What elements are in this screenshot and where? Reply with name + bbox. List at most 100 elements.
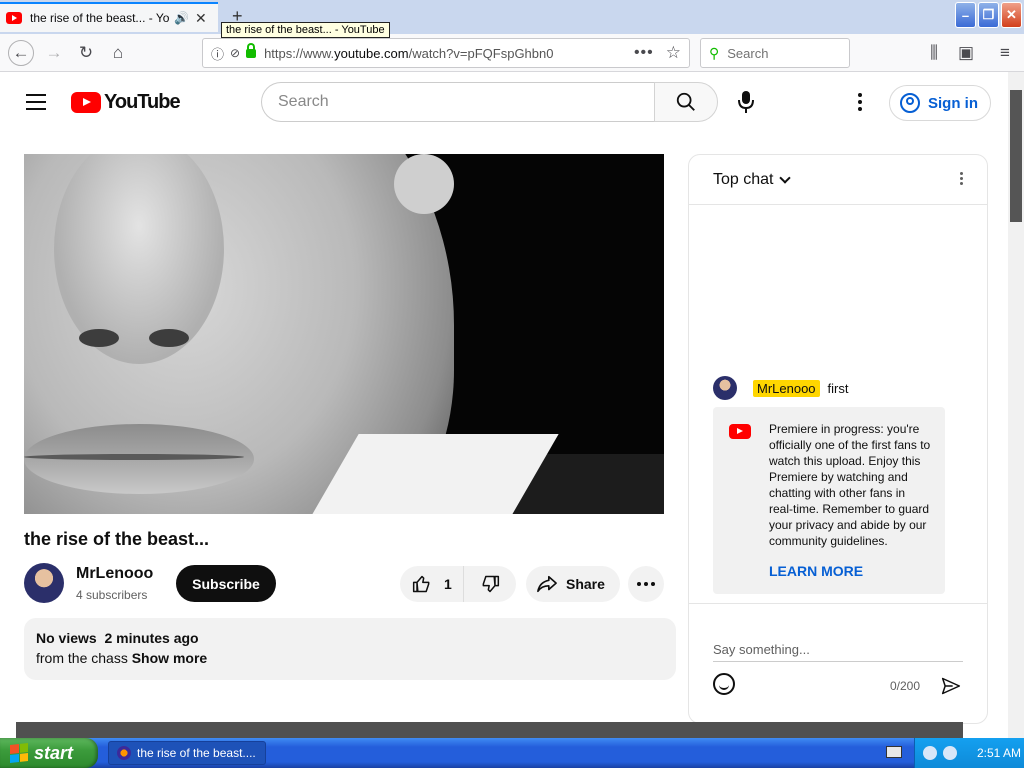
reload-icon[interactable]: ↻ [74, 42, 98, 64]
account-icon [900, 93, 920, 113]
video-frame-ear [394, 154, 454, 214]
close-window-button[interactable]: ✕ [1001, 2, 1022, 28]
system-tray: 2:51 AM [914, 738, 1024, 768]
tray-icon[interactable] [943, 746, 957, 760]
start-button[interactable]: start [0, 738, 98, 768]
windows-taskbar: start the rise of the beast.... 2:51 AM [0, 738, 1024, 768]
subscriber-count: 4 subscribers [76, 588, 148, 602]
browser-search-bar[interactable]: ⚲ Search [700, 38, 850, 68]
video-stats: No views 2 minutes ago [36, 630, 199, 646]
live-chat-panel: Top chat MrLenooo first Premiere in prog… [688, 154, 988, 724]
share-label: Share [566, 576, 605, 592]
youtube-favicon [6, 12, 22, 24]
video-frame-nostril [79, 329, 119, 347]
more-actions-button[interactable] [628, 566, 664, 602]
video-frame-lipline [24, 454, 244, 460]
chevron-down-icon[interactable] [779, 171, 792, 184]
sign-in-label: Sign in [928, 94, 978, 112]
chat-mode-label[interactable]: Top chat [713, 171, 773, 189]
chat-header[interactable]: Top chat [689, 155, 987, 205]
browser-toolbar: ← → ↻ ⌂ ⓘ ⊘ https://www.youtube.com/watc… [0, 34, 1024, 72]
share-button[interactable]: Share [526, 566, 620, 602]
start-label: start [34, 742, 74, 763]
channel-avatar[interactable] [24, 563, 64, 603]
chat-author[interactable]: MrLenooo [753, 379, 820, 397]
clock[interactable]: 2:51 AM [977, 746, 1021, 760]
bookmark-star-icon[interactable]: ☆ [666, 43, 681, 63]
sidebar-icon[interactable]: ▣ [954, 42, 978, 64]
url-text: https://www.youtube.com/watch?v=pFQFspGh… [264, 45, 554, 61]
youtube-logo[interactable]: YouTube [71, 91, 181, 114]
search-icon: ⚲ [709, 44, 720, 61]
page-scrollbar[interactable] [1008, 72, 1024, 738]
forward-icon[interactable]: → [42, 42, 66, 64]
back-icon[interactable]: ← [8, 40, 34, 66]
search-button[interactable] [654, 82, 718, 122]
window-controls: – ❐ ✕ [955, 2, 1022, 28]
description-text: from the chass [36, 650, 128, 666]
keyboard-icon[interactable] [886, 746, 902, 758]
windows-flag-icon [10, 743, 28, 763]
premiere-notice-text: Premiere in progress: you're officially … [769, 422, 931, 548]
library-icon[interactable]: ⫼ [922, 42, 946, 64]
search-icon [676, 92, 695, 111]
premiere-notice: Premiere in progress: you're officially … [713, 407, 945, 594]
like-button[interactable]: 1 [400, 566, 464, 602]
close-icon[interactable]: ✕ [195, 10, 207, 27]
video-frame-nostril [149, 329, 189, 347]
video-title: the rise of the beast... [24, 529, 210, 549]
description-line: from the chass Show more [36, 650, 664, 666]
search-input[interactable]: Search [261, 82, 655, 122]
send-icon[interactable] [941, 676, 961, 696]
browser-search-placeholder: Search [727, 45, 769, 61]
char-counter: 0/200 [890, 679, 921, 693]
page-actions-icon[interactable]: ••• [634, 44, 654, 62]
emoji-icon[interactable] [713, 673, 735, 695]
hamburger-icon[interactable] [26, 94, 46, 110]
sign-in-button[interactable]: Sign in [889, 85, 991, 121]
taskbar-window-title: the rise of the beast.... [137, 746, 256, 760]
like-count: 1 [444, 576, 452, 592]
chat-message-input[interactable]: Say something... [713, 642, 963, 662]
learn-more-link[interactable]: LEARN MORE [769, 563, 931, 579]
chat-message-text: first [827, 380, 849, 396]
info-icon[interactable]: ⓘ [211, 44, 224, 63]
chat-input-area: Say something... 0/200 [689, 603, 987, 723]
youtube-icon [729, 424, 751, 439]
channel-name[interactable]: MrLenooo [76, 565, 153, 583]
url-bar[interactable]: ⓘ ⊘ https://www.youtube.com/watch?v=pFQF… [202, 38, 690, 68]
like-dislike-group: 1 [400, 566, 516, 602]
browser-tab[interactable]: the rise of the beast... - YouTube 🔊 ✕ [0, 2, 218, 32]
speaker-icon[interactable]: 🔊 [174, 11, 189, 25]
share-icon [537, 575, 557, 593]
home-icon[interactable]: ⌂ [106, 42, 130, 64]
tab-tooltip: the rise of the beast... - YouTube [221, 22, 390, 38]
taskbar-window-button[interactable]: the rise of the beast.... [108, 741, 266, 765]
menu-icon[interactable]: ≡ [993, 42, 1017, 64]
permissions-icon[interactable]: ⊘ [230, 46, 240, 60]
chat-message: MrLenooo first [713, 376, 849, 400]
restore-button[interactable]: ❐ [978, 2, 999, 28]
video-player[interactable] [24, 154, 664, 514]
firefox-icon [117, 746, 131, 760]
minimize-button[interactable]: – [955, 2, 976, 28]
youtube-header: YouTube Search Sign in [0, 72, 1008, 132]
avatar[interactable] [713, 376, 737, 400]
dislike-icon [482, 575, 500, 593]
like-icon [412, 575, 430, 593]
youtube-play-icon [71, 92, 101, 113]
more-vert-icon[interactable] [960, 172, 963, 185]
youtube-wordmark: YouTube [104, 91, 181, 113]
lock-icon [246, 42, 257, 58]
dislike-button[interactable] [464, 574, 516, 594]
show-more-link[interactable]: Show more [132, 650, 207, 666]
scrollbar-thumb[interactable] [1010, 90, 1022, 222]
description-box[interactable]: No views 2 minutes ago from the chass Sh… [24, 618, 676, 680]
more-vert-icon[interactable] [848, 90, 872, 114]
subscribe-button[interactable]: Subscribe [176, 565, 276, 602]
browser-title-bar: the rise of the beast... - YouTube 🔊 ✕ +… [0, 0, 1024, 38]
tray-icon[interactable] [923, 746, 937, 760]
mic-icon[interactable] [734, 90, 758, 114]
bottom-strip [16, 722, 963, 738]
tab-title: the rise of the beast... - YouTube [30, 11, 170, 25]
